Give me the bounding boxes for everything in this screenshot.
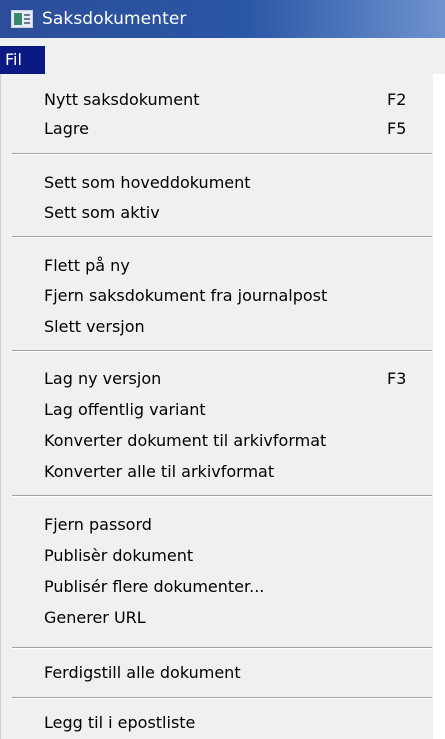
menu-item-label: Publisér flere dokumenter... bbox=[44, 576, 265, 596]
menu-item-label: Lag ny versjon bbox=[44, 368, 162, 388]
menu-item-label: Nytt saksdokument bbox=[44, 89, 200, 109]
menu-item-label: Flett på ny bbox=[44, 255, 130, 275]
menu-item-publiser-dokument[interactable]: Publisèr dokument bbox=[1, 540, 434, 570]
menu-separator bbox=[12, 236, 432, 238]
menu-item-shortcut: F3 bbox=[387, 368, 407, 388]
menu-separator bbox=[12, 697, 432, 699]
menu-separator bbox=[12, 495, 432, 497]
menu-item-label: Sett som aktiv bbox=[44, 202, 160, 222]
menu-item-lagre[interactable]: Lagre F5 bbox=[1, 113, 434, 143]
menu-item-nytt-saksdokument[interactable]: Nytt saksdokument F2 bbox=[1, 84, 434, 114]
menu-item-sett-som-hoveddokument[interactable]: Sett som hoveddokument bbox=[1, 167, 434, 197]
menu-item-label: Konverter alle til arkivformat bbox=[44, 461, 275, 481]
application-window: Saksdokumenter Fil Nytt saksdokument F2 … bbox=[0, 0, 445, 739]
title-bar[interactable]: Saksdokumenter bbox=[0, 0, 445, 38]
menu-item-legg-til-epostliste[interactable]: Legg til i epostliste bbox=[1, 707, 434, 737]
menu-fil[interactable]: Fil bbox=[0, 46, 45, 74]
menu-item-fjern-saksdokument[interactable]: Fjern saksdokument fra journalpost bbox=[1, 280, 434, 310]
menu-item-sett-som-aktiv[interactable]: Sett som aktiv bbox=[1, 197, 434, 227]
file-dropdown-menu: Nytt saksdokument F2 Lagre F5 Sett som h… bbox=[0, 74, 433, 739]
menu-item-label: Konverter dokument til arkivformat bbox=[44, 430, 327, 450]
menu-item-lag-ny-versjon[interactable]: Lag ny versjon F3 bbox=[1, 363, 434, 393]
menu-item-konverter-alle[interactable]: Konverter alle til arkivformat bbox=[1, 456, 434, 486]
menu-item-shortcut: F2 bbox=[387, 89, 407, 109]
menu-item-label: Slett versjon bbox=[44, 316, 145, 336]
menu-item-fjern-passord[interactable]: Fjern passord bbox=[1, 509, 434, 539]
menu-bar: Fil bbox=[0, 38, 445, 74]
menu-separator bbox=[12, 647, 432, 649]
menu-item-ferdigstill-alle[interactable]: Ferdigstill alle dokument bbox=[1, 657, 434, 687]
menu-item-generer-url[interactable]: Generer URL bbox=[1, 602, 434, 632]
menu-item-label: Lagre bbox=[44, 118, 89, 138]
background-strip bbox=[433, 74, 445, 739]
menu-separator bbox=[12, 153, 432, 155]
menu-item-label: Publisèr dokument bbox=[44, 545, 194, 565]
menu-item-label: Ferdigstill alle dokument bbox=[44, 662, 241, 682]
menu-item-shortcut: F5 bbox=[387, 118, 407, 138]
menu-item-label: Fjern saksdokument fra journalpost bbox=[44, 285, 328, 305]
menu-item-label: Fjern passord bbox=[44, 514, 152, 534]
menu-item-label: Lag offentlig variant bbox=[44, 399, 206, 419]
menu-item-slett-versjon[interactable]: Slett versjon bbox=[1, 311, 434, 341]
menu-item-label: Legg til i epostliste bbox=[44, 712, 196, 732]
menu-item-publiser-flere[interactable]: Publisér flere dokumenter... bbox=[1, 571, 434, 601]
menu-item-konverter-dokument[interactable]: Konverter dokument til arkivformat bbox=[1, 425, 434, 455]
window-title: Saksdokumenter bbox=[42, 9, 187, 29]
app-window-icon bbox=[11, 10, 33, 28]
menu-item-label: Generer URL bbox=[44, 607, 146, 627]
menu-item-flett-pa-ny[interactable]: Flett på ny bbox=[1, 250, 434, 280]
menu-item-label: Sett som hoveddokument bbox=[44, 172, 251, 192]
menu-separator bbox=[12, 350, 432, 352]
menu-item-lag-offentlig-variant[interactable]: Lag offentlig variant bbox=[1, 394, 434, 424]
